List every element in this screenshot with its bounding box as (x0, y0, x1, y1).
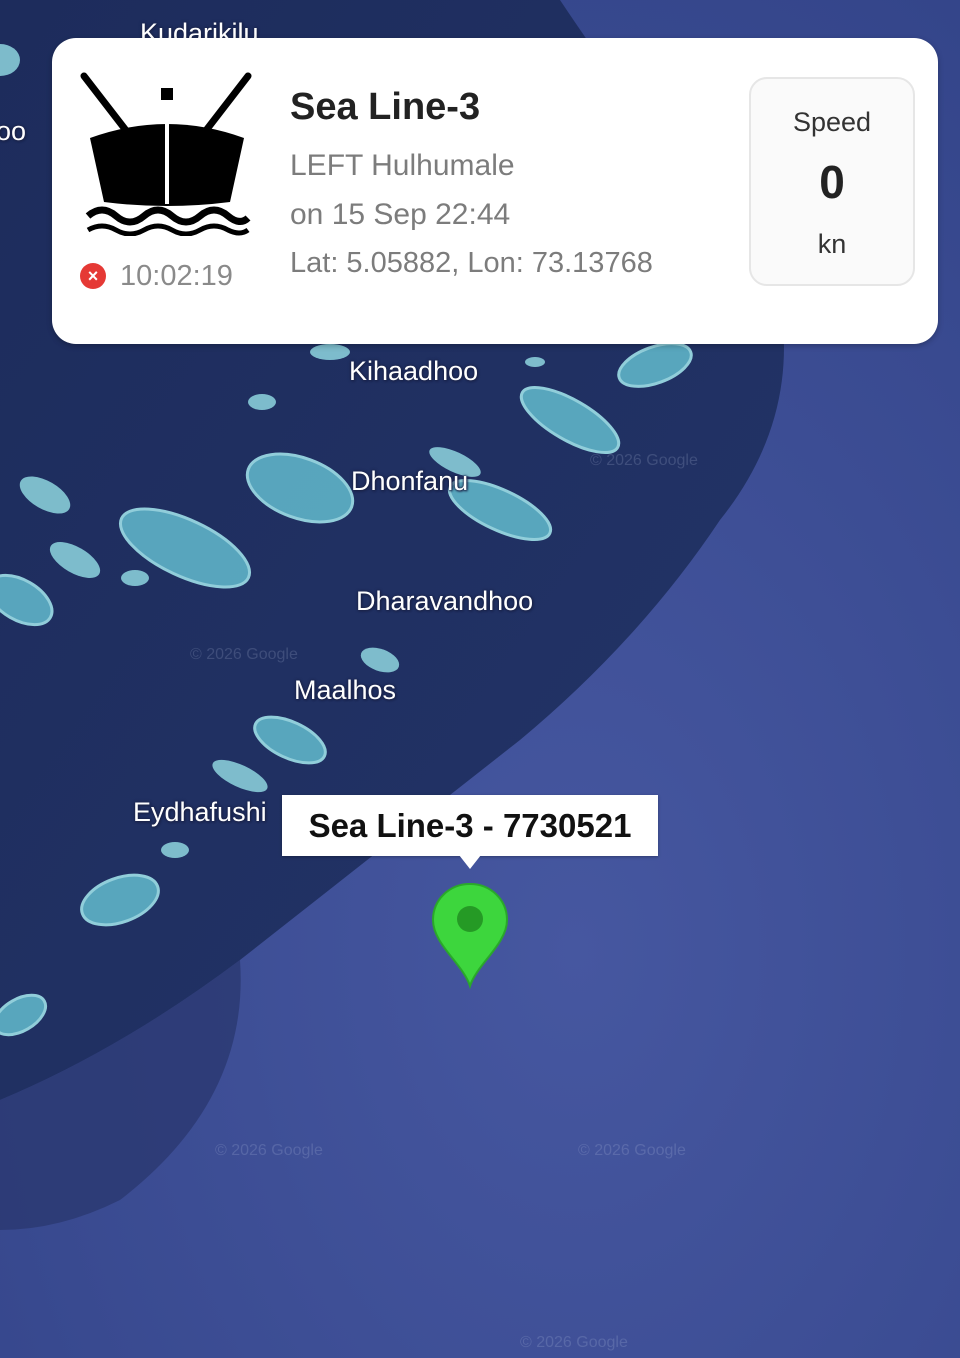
speed-box: Speed 0 kn (749, 77, 915, 286)
map-view[interactable]: Kudarikilu oo Kihaadhoo Dhonfanu Dharava… (0, 0, 960, 1358)
vessel-coordinates: Lat: 5.05882, Lon: 73.13768 (290, 247, 653, 279)
place-label-eydhafushi: Eydhafushi (133, 797, 267, 827)
place-label-dharavandhoo: Dharavandhoo (356, 586, 534, 616)
vessel-name: Sea Line-3 (290, 86, 481, 128)
place-label-maalhos: Maalhos (294, 675, 397, 705)
speed-unit: kn (817, 229, 847, 259)
map-watermark: © 2026 Google (520, 1334, 628, 1351)
speed-value: 0 (819, 156, 845, 208)
map-watermark: © 2026 Google (215, 1142, 323, 1159)
vessel-status-date: on 15 Sep 22:44 (290, 198, 511, 231)
map-pin-icon[interactable] (430, 880, 510, 990)
x-circle-icon: × (80, 263, 106, 289)
map-watermark: © 2026 Google (578, 1142, 686, 1159)
vessel-status: LEFT Hulhumale (290, 149, 515, 182)
status-time: 10:02:19 (120, 260, 233, 292)
marker-label[interactable]: Sea Line-3 - 7730521 (282, 795, 658, 856)
speed-label: Speed (792, 107, 872, 137)
place-label-dhonfanu: Dhonfanu (351, 466, 469, 496)
place-label-partial: oo (0, 116, 27, 146)
place-label-kihaadhoo: Kihaadhoo (349, 356, 479, 386)
ship-icon (80, 72, 252, 236)
vessel-info-card[interactable]: × 10:02:19 Sea Line-3 LEFT Hulhumale on … (52, 38, 938, 344)
map-watermark: © 2026 Google (190, 646, 298, 663)
map-watermark: © 2026 Google (590, 452, 698, 469)
marker-label-tail (459, 855, 481, 869)
